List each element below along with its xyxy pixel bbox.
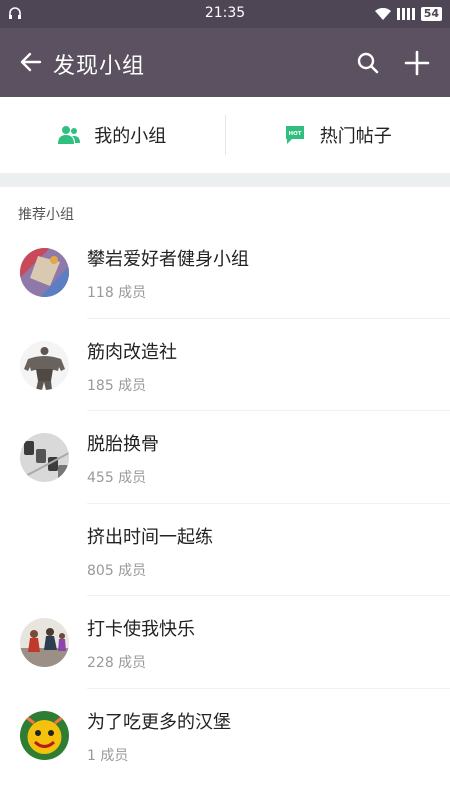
group-name: 挤出时间一起练 <box>87 526 213 548</box>
app-bar: 发现小组 <box>0 28 450 97</box>
gym-class-avatar <box>20 618 69 667</box>
list-item[interactable]: 为了吃更多的汉堡 1 成员 <box>0 689 450 782</box>
member-count: 118 成员 <box>87 285 147 301</box>
member-count: 455 成员 <box>87 470 147 486</box>
recommended-group-list: 攀岩爱好者健身小组 118 成员 筋肉改造社 185 成员 脱胎换骨 455 成… <box>0 226 450 781</box>
group-icon <box>58 126 81 144</box>
page-title: 发现小组 <box>53 54 146 79</box>
group-name: 为了吃更多的汉堡 <box>87 711 231 733</box>
tab-hot-posts-label: 热门帖子 <box>319 126 392 147</box>
list-item[interactable]: 脱胎换骨 455 成员 <box>0 411 450 504</box>
battery-indicator: 54 <box>420 7 442 21</box>
list-item[interactable]: 攀岩爱好者健身小组 118 成员 <box>0 226 450 319</box>
back-arrow-icon[interactable] <box>20 51 42 73</box>
add-icon[interactable] <box>404 50 430 76</box>
section-gap <box>0 173 450 187</box>
wifi-icon <box>374 8 391 20</box>
tab-hot-posts[interactable]: HOT 热门帖子 <box>226 97 450 173</box>
group-tabs: 我的小组 HOT 热门帖子 <box>0 97 450 173</box>
list-item[interactable]: 挤出时间一起练 805 成员 <box>0 504 450 596</box>
status-bar: 21:35 54 <box>0 0 450 28</box>
cartoon-avatar <box>20 710 69 760</box>
member-count: 185 成员 <box>87 377 147 394</box>
group-name: 打卡使我快乐 <box>87 619 195 640</box>
list-item[interactable]: 筋肉改造社 185 成员 <box>0 319 450 411</box>
section-title: 推荐小组 <box>18 207 74 223</box>
member-count: 805 成员 <box>87 562 147 579</box>
climbing-avatar <box>20 248 69 297</box>
bodybuilder-avatar <box>20 340 69 390</box>
group-name: 攀岩爱好者健身小组 <box>87 249 249 270</box>
blank-avatar <box>20 526 69 575</box>
hot-badge: HOT <box>288 131 301 137</box>
tab-my-groups-label: 我的小组 <box>94 126 167 147</box>
list-item[interactable]: 打卡使我快乐 228 成员 <box>0 596 450 689</box>
signal-icon <box>396 8 415 20</box>
member-count: 1 成员 <box>87 747 129 764</box>
group-name: 脱胎换骨 <box>87 434 159 455</box>
dumbbells-avatar <box>20 433 69 482</box>
member-count: 228 成员 <box>87 655 147 671</box>
search-icon[interactable] <box>356 51 380 75</box>
group-name: 筋肉改造社 <box>87 341 177 363</box>
tab-my-groups[interactable]: 我的小组 <box>0 97 225 173</box>
hot-chat-icon: HOT <box>285 126 304 144</box>
